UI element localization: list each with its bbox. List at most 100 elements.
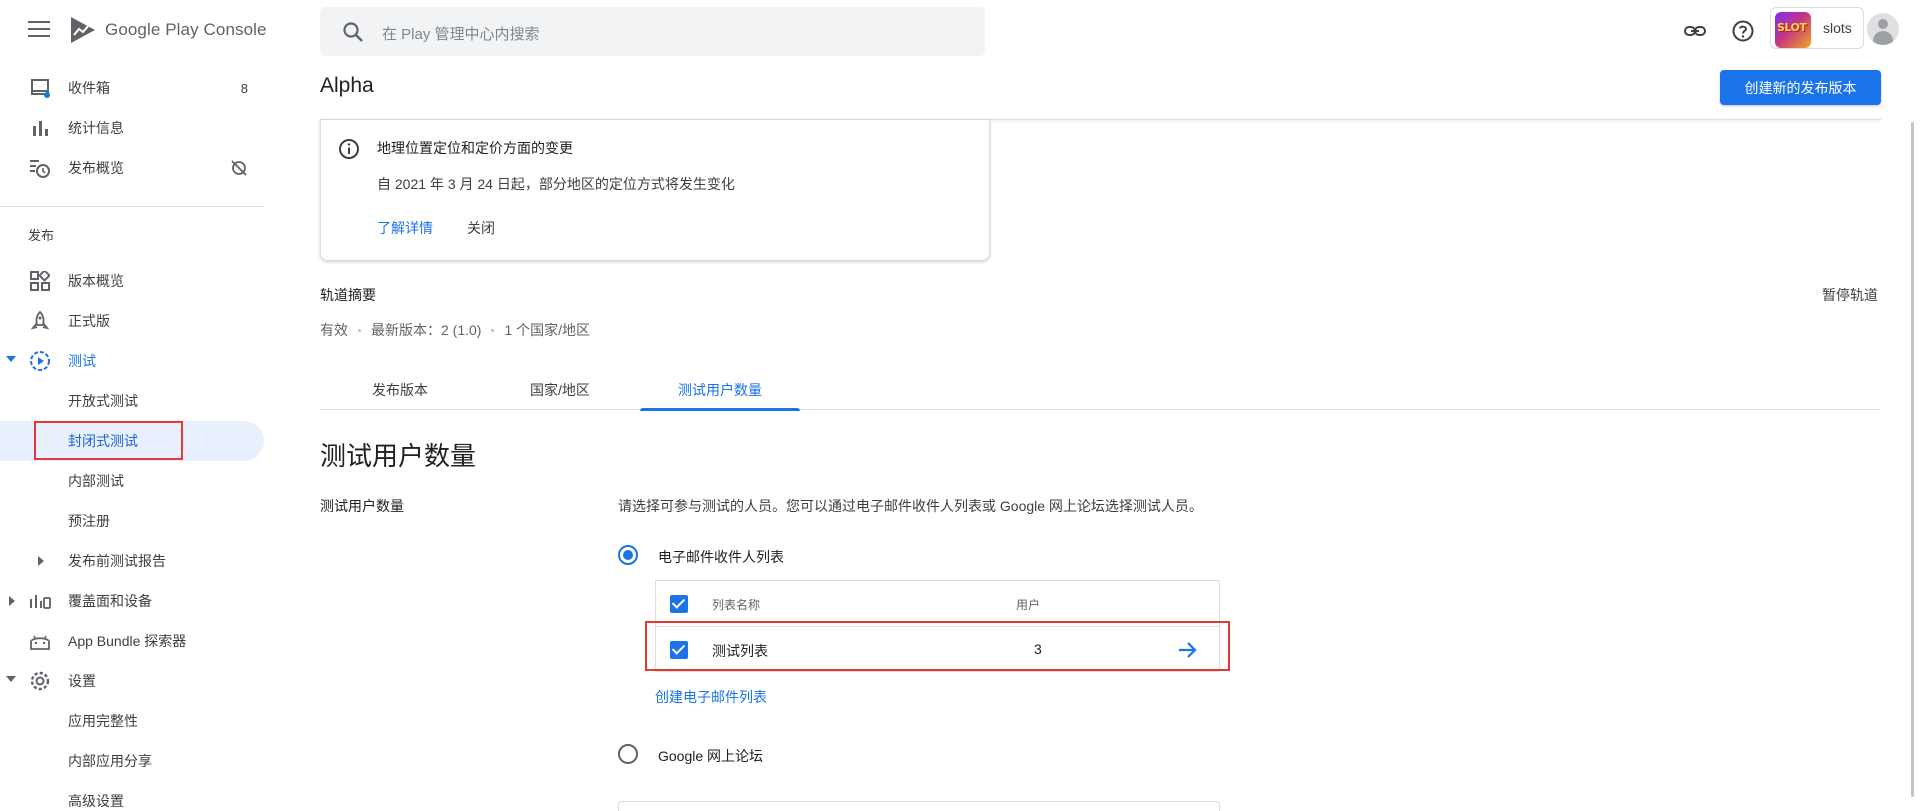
list-name-cell: 测试列表 [712, 643, 768, 659]
android-bundle-icon [28, 630, 52, 652]
sidebar-item-advanced-settings[interactable]: 高级设置 [0, 781, 264, 811]
email-list-radio-label[interactable]: 电子邮件收件人列表 [658, 547, 784, 567]
page-title: Alpha [320, 74, 374, 97]
inbox-count: 8 [240, 80, 248, 96]
sidebar-item-reach-devices[interactable]: 覆盖面和设备 [0, 581, 264, 621]
device-stats-icon [28, 590, 52, 612]
learn-more-link[interactable]: 了解详情 [377, 218, 433, 238]
sidebar-item-pre-registration[interactable]: 预注册 [0, 501, 264, 541]
sidebar-item-inbox[interactable]: 收件箱 8 [0, 68, 264, 108]
app-thumb-text: SLOT [1777, 21, 1807, 34]
testers-section-title: 测试用户数量 [320, 441, 477, 471]
sidebar-item-label: 版本概览 [68, 273, 124, 289]
testers-field-label: 测试用户数量 [320, 498, 404, 514]
play-console-logo-icon [71, 17, 95, 43]
avatar[interactable] [1867, 13, 1899, 45]
row-checkbox[interactable] [670, 641, 688, 659]
inbox-icon [28, 77, 52, 99]
google-groups-radio[interactable] [618, 744, 638, 764]
link-icon[interactable] [1683, 19, 1707, 43]
sidebar-item-publishing-overview[interactable]: 发布概览 [0, 148, 264, 188]
tab-testers[interactable]: 测试用户数量 [640, 370, 800, 411]
separator-dot [491, 328, 495, 332]
group-input-field[interactable] [618, 801, 1220, 811]
sidebar-item-pre-launch-report[interactable]: 发布前测试报告 [0, 541, 264, 581]
sidebar-item-label: 设置 [68, 673, 96, 689]
sidebar-item-production[interactable]: 正式版 [0, 301, 264, 341]
user-count-cell: 3 [1034, 641, 1042, 657]
sidebar-item-label: 统计信息 [68, 120, 124, 136]
search-icon [343, 22, 363, 42]
chevron-right-icon [38, 556, 44, 566]
sidebar-item-internal-testing[interactable]: 内部测试 [0, 461, 264, 501]
sidebar: Google Play Console 收件箱 8 统计信息 发布概览 发布 版… [0, 0, 267, 811]
testers-description: 请选择可参与测试的人员。您可以通过电子邮件收件人列表或 Google 网上论坛选… [618, 498, 1203, 514]
app-switcher[interactable]: SLOT slots [1770, 7, 1864, 49]
help-icon[interactable] [1731, 19, 1755, 43]
sidebar-item-label: 正式版 [68, 313, 110, 329]
sidebar-item-label: 发布前测试报告 [68, 553, 166, 569]
search-bar[interactable]: 在 Play 管理中心内搜索 [320, 7, 985, 56]
chevron-down-icon [6, 356, 16, 362]
google-groups-radio-label[interactable]: Google 网上论坛 [658, 746, 763, 766]
track-meta: 有效 最新版本：2 (1.0) 1 个国家/地区 [320, 320, 590, 340]
sidebar-item-label: App Bundle 探索器 [68, 633, 187, 649]
email-list-radio[interactable] [618, 545, 638, 565]
dashboard-icon [28, 270, 52, 292]
arrow-right-icon[interactable] [1176, 639, 1200, 661]
separator-dot [358, 328, 361, 332]
rocket-icon [28, 310, 52, 332]
sidebar-item-testing[interactable]: 测试 [0, 341, 264, 381]
bar-chart-icon [28, 117, 52, 139]
sidebar-item-release-overview[interactable]: 版本概览 [0, 261, 264, 301]
app-name: slots [1823, 20, 1852, 36]
info-icon [339, 139, 359, 159]
tab-bar: 发布版本 国家/地区 测试用户数量 [320, 370, 1881, 411]
notice-title: 地理位置定位和定价方面的变更 [377, 140, 573, 156]
track-status: 有效 [320, 322, 348, 338]
sidebar-item-setup[interactable]: 设置 [0, 661, 264, 701]
sidebar-item-label: 内部应用分享 [68, 753, 152, 769]
notice-card: 地理位置定位和定价方面的变更 自 2021 年 3 月 24 日起，部分地区的定… [320, 120, 990, 261]
sidebar-item-stats[interactable]: 统计信息 [0, 108, 264, 148]
pause-track-button[interactable]: 暂停轨道 [1822, 285, 1878, 305]
track-latest-version: 最新版本：2 (1.0) [371, 322, 482, 338]
sidebar-item-label: 封闭式测试 [68, 433, 138, 449]
tab-countries[interactable]: 国家/地区 [480, 370, 640, 410]
brand[interactable]: Google Play Console [68, 14, 267, 46]
table-row[interactable]: 测试列表 3 [656, 627, 1219, 673]
sidebar-item-label: 开放式测试 [68, 393, 138, 409]
track-summary-title: 轨道摘要 [320, 287, 376, 303]
sidebar-item-label: 覆盖面和设备 [68, 593, 152, 609]
search-input[interactable]: 在 Play 管理中心内搜索 [382, 23, 540, 44]
sidebar-item-internal-sharing[interactable]: 内部应用分享 [0, 741, 264, 781]
close-notice-button[interactable]: 关闭 [467, 218, 495, 238]
sidebar-item-label: 高级设置 [68, 793, 124, 809]
select-all-checkbox[interactable] [670, 595, 688, 613]
sidebar-item-label: 应用完整性 [68, 713, 138, 729]
create-email-list-link[interactable]: 创建电子邮件列表 [655, 687, 767, 707]
gear-icon [28, 670, 52, 692]
schedule-list-icon [28, 157, 52, 179]
tab-releases[interactable]: 发布版本 [320, 370, 480, 410]
column-header-users: 用户 [1016, 598, 1041, 612]
create-release-button[interactable]: 创建新的发布版本 [1720, 70, 1881, 105]
sidebar-item-label: 收件箱 [68, 80, 110, 96]
app-thumbnail: SLOT [1775, 12, 1811, 48]
email-list-table: 列表名称 用户 测试列表 3 [655, 580, 1220, 672]
brand-name: Google Play Console [105, 20, 267, 39]
sidebar-item-open-testing[interactable]: 开放式测试 [0, 381, 264, 421]
sidebar-item-label: 预注册 [68, 513, 110, 529]
sidebar-item-label: 内部测试 [68, 473, 124, 489]
section-label-release: 发布 [28, 228, 55, 243]
track-countries: 1 个国家/地区 [504, 322, 591, 338]
sidebar-item-closed-testing[interactable]: 封闭式测试 [0, 421, 264, 461]
chevron-right-icon [9, 596, 15, 606]
menu-icon[interactable] [28, 21, 50, 39]
sidebar-item-label: 发布概览 [68, 160, 124, 176]
sidebar-item-app-integrity[interactable]: 应用完整性 [0, 701, 264, 741]
column-header-list-name: 列表名称 [712, 598, 761, 612]
scrollbar[interactable] [1911, 122, 1914, 797]
sidebar-item-bundle-explorer[interactable]: App Bundle 探索器 [0, 621, 264, 661]
sidebar-item-label: 测试 [68, 353, 96, 369]
